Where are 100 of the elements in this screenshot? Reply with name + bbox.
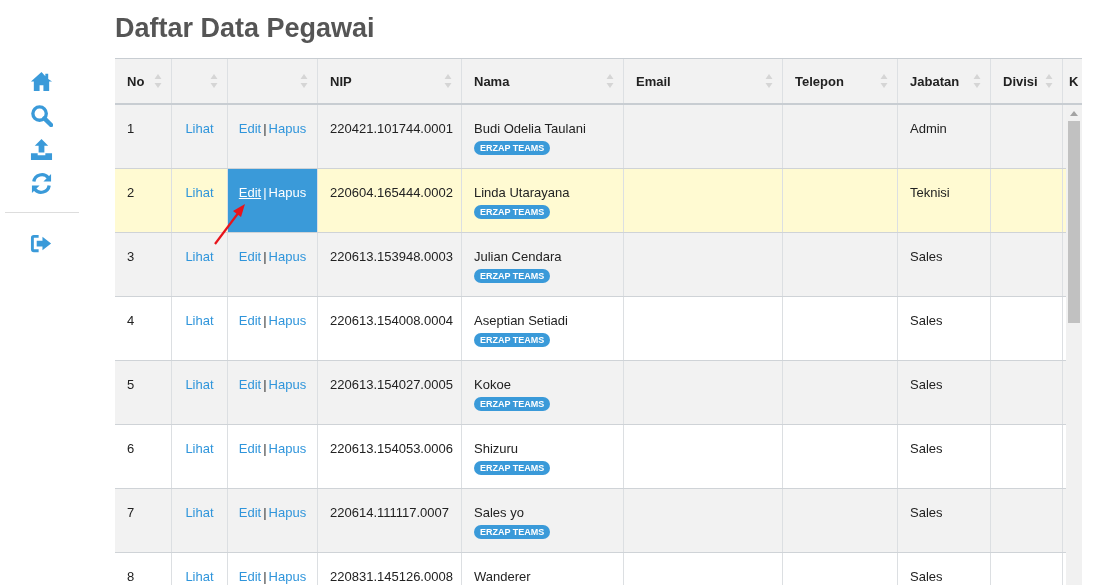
row-number: 3 — [127, 249, 135, 264]
table-row[interactable]: 6 Lihat Edit|Hapus 220613.154053.0006 Shizuru ERZAP TEAMS Sales — [115, 425, 1066, 489]
link-separator: | — [263, 185, 267, 200]
employee-name: Budi Odelia Taulani — [474, 121, 586, 136]
employee-name: Shizuru — [474, 441, 519, 456]
employee-name: Aseptian Setiadi — [474, 313, 568, 328]
view-link[interactable]: Lihat — [185, 185, 214, 200]
position-text: Sales — [910, 505, 943, 520]
link-separator: | — [263, 121, 267, 136]
sort-icon[interactable] — [300, 73, 308, 89]
column-header[interactable]: K — [1063, 59, 1082, 103]
delete-link[interactable]: Hapus — [268, 121, 307, 136]
employee-name: Julian Cendara — [474, 249, 562, 264]
nip-text: 220613.154027.0005 — [330, 377, 453, 392]
team-badge: ERZAP TEAMS — [474, 333, 551, 347]
nip-text: 220613.154053.0006 — [330, 441, 453, 456]
nip-text: 220613.154008.0004 — [330, 313, 453, 328]
edit-link[interactable]: Edit — [238, 313, 262, 328]
column-header[interactable]: NIP — [318, 59, 462, 103]
column-header[interactable]: Jabatan — [898, 59, 991, 103]
view-link[interactable]: Lihat — [185, 121, 214, 136]
upload-icon[interactable] — [30, 138, 53, 161]
team-badge: ERZAP TEAMS — [474, 461, 551, 475]
employee-name: Kokoe — [474, 377, 511, 392]
view-link[interactable]: Lihat — [185, 249, 214, 264]
team-badge: ERZAP TEAMS — [474, 525, 551, 539]
team-badge: ERZAP TEAMS — [474, 269, 551, 283]
delete-link[interactable]: Hapus — [268, 505, 307, 520]
link-separator: | — [263, 505, 267, 520]
page-title: Daftar Data Pegawai — [115, 12, 376, 45]
delete-link[interactable]: Hapus — [268, 185, 307, 200]
view-link[interactable]: Lihat — [185, 505, 214, 520]
link-separator: | — [263, 569, 267, 584]
logout-icon[interactable] — [30, 232, 53, 255]
position-text: Sales — [910, 249, 943, 264]
edit-link[interactable]: Edit — [238, 121, 262, 136]
sort-icon[interactable] — [444, 73, 452, 89]
column-header[interactable]: Nama — [462, 59, 624, 103]
table-row[interactable]: 3 Lihat Edit|Hapus 220613.153948.0003 Julian Cendara ERZAP TEAMS Sales — [115, 233, 1066, 297]
edit-link[interactable]: Edit — [238, 505, 262, 520]
sort-icon[interactable] — [765, 73, 773, 89]
scrollbar[interactable] — [1066, 105, 1082, 585]
edit-link[interactable]: Edit — [238, 569, 262, 584]
position-text: Teknisi — [910, 185, 950, 200]
team-badge: ERZAP TEAMS — [474, 141, 551, 155]
nip-text: 220614.111117.0007 — [330, 505, 450, 520]
edit-link[interactable]: Edit — [238, 185, 262, 200]
employee-name: Wanderer — [474, 569, 531, 584]
delete-link[interactable]: Hapus — [268, 313, 307, 328]
table-row[interactable]: 7 Lihat Edit|Hapus 220614.111117.0007 Sales yo ERZAP TEAMS Sales — [115, 489, 1066, 553]
sort-icon[interactable] — [1045, 73, 1053, 89]
sort-icon[interactable] — [606, 73, 614, 89]
row-number: 1 — [127, 121, 135, 136]
delete-link[interactable]: Hapus — [268, 441, 307, 456]
view-link[interactable]: Lihat — [185, 377, 214, 392]
row-number: 7 — [127, 505, 135, 520]
employee-name: Linda Utarayana — [474, 185, 570, 200]
delete-link[interactable]: Hapus — [268, 377, 307, 392]
table-row[interactable]: 5 Lihat Edit|Hapus 220613.154027.0005 Kokoe ERZAP TEAMS Sales — [115, 361, 1066, 425]
delete-link[interactable]: Hapus — [268, 249, 307, 264]
scroll-up-icon[interactable] — [1070, 111, 1078, 116]
nip-text: 220613.153948.0003 — [330, 249, 453, 264]
row-number: 6 — [127, 441, 135, 456]
refresh-icon[interactable] — [30, 172, 53, 195]
sort-icon[interactable] — [880, 73, 888, 89]
sort-icon[interactable] — [210, 73, 218, 89]
table-row[interactable]: 2 Lihat Edit|Hapus 220604.165444.0002 Linda Utarayana ERZAP TEAMS Teknisi — [115, 169, 1066, 233]
link-separator: | — [263, 441, 267, 456]
position-text: Admin — [910, 121, 947, 136]
position-text: Sales — [910, 377, 943, 392]
delete-link[interactable]: Hapus — [268, 569, 307, 584]
search-icon[interactable] — [30, 104, 53, 127]
column-header[interactable]: Divisi — [991, 59, 1063, 103]
nip-text: 220421.101744.0001 — [330, 121, 453, 136]
row-number: 8 — [127, 569, 135, 584]
row-number: 5 — [127, 377, 135, 392]
position-text: Sales — [910, 569, 943, 584]
column-header[interactable]: No — [115, 59, 172, 103]
nip-text: 220604.165444.0002 — [330, 185, 453, 200]
position-text: Sales — [910, 313, 943, 328]
column-header[interactable]: Telepon — [783, 59, 898, 103]
row-number: 2 — [127, 185, 135, 200]
link-separator: | — [263, 313, 267, 328]
edit-link[interactable]: Edit — [238, 377, 262, 392]
employee-name: Sales yo — [474, 505, 524, 520]
view-link[interactable]: Lihat — [185, 441, 214, 456]
column-header[interactable]: Email — [624, 59, 783, 103]
table-row[interactable]: 4 Lihat Edit|Hapus 220613.154008.0004 Aseptian Setiadi ERZAP TEAMS Sales — [115, 297, 1066, 361]
table-row[interactable]: 1 Lihat Edit|Hapus 220421.101744.0001 Budi Odelia Taulani ERZAP TEAMS Admin — [115, 105, 1066, 169]
edit-link[interactable]: Edit — [238, 249, 262, 264]
nip-text: 220831.145126.0008 — [330, 569, 453, 584]
row-number: 4 — [127, 313, 135, 328]
view-link[interactable]: Lihat — [185, 313, 214, 328]
sort-icon[interactable] — [973, 73, 981, 89]
home-icon[interactable] — [30, 70, 53, 93]
edit-link[interactable]: Edit — [238, 441, 262, 456]
position-text: Sales — [910, 441, 943, 456]
sort-icon[interactable] — [154, 73, 162, 89]
view-link[interactable]: Lihat — [185, 569, 214, 584]
team-badge: ERZAP TEAMS — [474, 397, 551, 411]
